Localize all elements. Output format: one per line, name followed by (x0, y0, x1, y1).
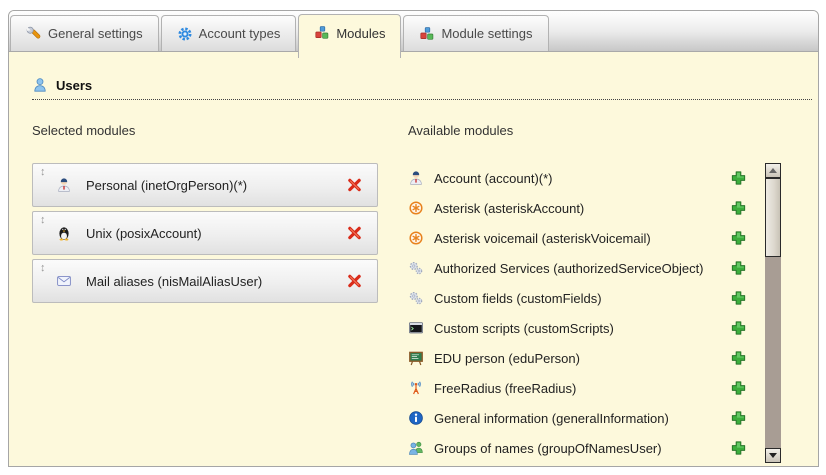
module-name: Account (account)(*) (434, 171, 553, 186)
available-module-row: FreeRadius (freeRadius) (408, 373, 758, 403)
chalkboard-icon (408, 350, 425, 367)
tab-bar: General settings Account types Modules M… (9, 11, 818, 52)
group-icon (408, 440, 425, 457)
selected-module-row[interactable]: ↕ Personal (inetOrgPerson)(*) (32, 163, 378, 207)
move-handle-icon[interactable]: ↕ (40, 215, 46, 226)
tux-icon (56, 225, 73, 242)
mail-icon (56, 273, 73, 290)
person-icon (56, 177, 73, 194)
module-name: Mail aliases (nisMailAliasUser) (86, 274, 262, 289)
available-module-row: EDU person (eduPerson) (408, 343, 758, 373)
available-modules-label: Available modules (408, 123, 513, 138)
users-section-heading: Users (32, 77, 812, 100)
module-name: Asterisk voicemail (asteriskVoicemail) (434, 231, 651, 246)
add-module-button[interactable] (730, 350, 747, 367)
add-module-button[interactable] (730, 230, 747, 247)
available-module-row: Asterisk (asteriskAccount) (408, 193, 758, 223)
tab-module-settings[interactable]: Module settings (403, 15, 548, 51)
tab-label: Modules (336, 26, 385, 41)
remove-module-button[interactable] (346, 225, 363, 242)
available-module-row: General information (generalInformation) (408, 403, 758, 433)
arrow-down-icon (769, 453, 777, 458)
gears-icon (408, 260, 425, 277)
add-module-button[interactable] (730, 320, 747, 337)
add-module-button[interactable] (730, 290, 747, 307)
tab-label: Account types (199, 26, 281, 41)
add-module-button[interactable] (730, 260, 747, 277)
available-module-row: Custom fields (customFields) (408, 283, 758, 313)
terminal-icon (408, 320, 425, 337)
module-name: Personal (inetOrgPerson)(*) (86, 178, 247, 193)
selected-module-row[interactable]: ↕ Mail aliases (nisMailAliasUser) (32, 259, 378, 303)
settings-window: General settings Account types Modules M… (8, 10, 819, 467)
tab-modules[interactable]: Modules (298, 14, 401, 58)
available-module-row: Groups of names (groupOfNamesUser) (408, 433, 758, 463)
scroll-down-button[interactable] (765, 448, 781, 463)
info-icon (408, 410, 425, 427)
module-name: Unix (posixAccount) (86, 226, 202, 241)
available-module-row: Custom scripts (customScripts) (408, 313, 758, 343)
available-modules-scrollbar[interactable] (765, 163, 781, 463)
module-name: EDU person (eduPerson) (434, 351, 580, 366)
arrow-up-icon (769, 168, 777, 173)
scrollbar-thumb[interactable] (765, 178, 781, 257)
module-name: Groups of names (groupOfNamesUser) (434, 441, 662, 456)
person-icon (408, 170, 425, 187)
selected-modules-list: ↕ Personal (inetOrgPerson)(*) ↕ Unix (po… (32, 163, 378, 303)
page: General settings Account types Modules M… (0, 0, 826, 475)
selected-module-row[interactable]: ↕ Unix (posixAccount) (32, 211, 378, 255)
tab-account-types[interactable]: Account types (161, 15, 297, 51)
tab-label: General settings (48, 26, 143, 41)
gear-icon (177, 26, 193, 42)
available-modules-list: Account (account)(*) Asterisk (asteriskA… (408, 163, 758, 463)
selected-modules-label: Selected modules (32, 123, 135, 138)
antenna-icon (408, 380, 425, 397)
available-module-row: Authorized Services (authorizedServiceOb… (408, 253, 758, 283)
user-icon (32, 77, 48, 93)
remove-module-button[interactable] (346, 177, 363, 194)
module-name: Authorized Services (authorizedServiceOb… (434, 261, 704, 276)
add-module-button[interactable] (730, 170, 747, 187)
add-module-button[interactable] (730, 200, 747, 217)
module-name: General information (generalInformation) (434, 411, 669, 426)
module-name: Asterisk (asteriskAccount) (434, 201, 584, 216)
move-handle-icon[interactable]: ↕ (40, 263, 46, 274)
tab-label: Module settings (441, 26, 532, 41)
available-module-row: Asterisk voicemail (asteriskVoicemail) (408, 223, 758, 253)
gears-icon (408, 290, 425, 307)
wrench-icon (26, 26, 42, 42)
modules-icon (314, 25, 330, 41)
tab-general-settings[interactable]: General settings (10, 15, 159, 51)
module-name: FreeRadius (freeRadius) (434, 381, 576, 396)
available-module-row: Account (account)(*) (408, 163, 758, 193)
add-module-button[interactable] (730, 380, 747, 397)
scroll-up-button[interactable] (765, 163, 781, 178)
module-name: Custom fields (customFields) (434, 291, 602, 306)
section-title: Users (56, 78, 92, 93)
add-module-button[interactable] (730, 410, 747, 427)
module-name: Custom scripts (customScripts) (434, 321, 614, 336)
add-module-button[interactable] (730, 440, 747, 457)
asterisk-icon (408, 230, 425, 247)
remove-module-button[interactable] (346, 273, 363, 290)
asterisk-icon (408, 200, 425, 217)
move-handle-icon[interactable]: ↕ (40, 167, 46, 178)
modules-icon (419, 26, 435, 42)
